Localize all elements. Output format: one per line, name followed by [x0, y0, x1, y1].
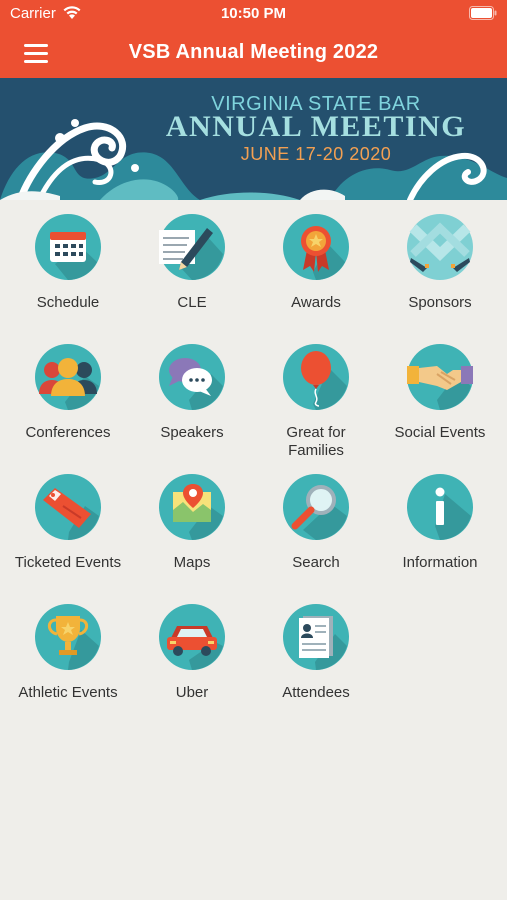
tile-ticketed-events[interactable]: Ticketed Events — [6, 460, 130, 580]
tile-social-events[interactable]: Social Events — [378, 330, 502, 450]
award-ribbon-icon — [283, 214, 349, 280]
tile-attendees[interactable]: Attendees — [254, 590, 378, 710]
nav-bar: VSB Annual Meeting 2022 — [0, 28, 507, 78]
tile-label: CLE — [177, 294, 207, 311]
page-title: VSB Annual Meeting 2022 — [128, 41, 379, 63]
car-icon — [159, 604, 225, 670]
tile-cle[interactable]: CLE — [130, 200, 254, 320]
clock: 10:50 PM — [220, 5, 287, 22]
banner-line3: JUNE 17-20 2020 — [241, 144, 392, 164]
event-banner: VIRGINIA STATE BAR ANNUAL MEETING JUNE 1… — [0, 78, 507, 200]
tile-label: Schedule — [36, 294, 100, 311]
people-icon — [35, 344, 101, 410]
speech-bubbles-icon — [159, 344, 225, 410]
tile-information[interactable]: Information — [378, 460, 502, 580]
trophy-icon — [35, 604, 101, 670]
tile-label: Awards — [291, 294, 341, 311]
tile-label: Ticketed Events — [14, 554, 122, 571]
battery-icon — [469, 6, 497, 20]
map-pin-icon — [159, 474, 225, 540]
tile-label: Social Events — [394, 424, 486, 441]
status-bar: Carrier 10:50 PM — [0, 0, 507, 28]
tile-label: Great for Families — [286, 424, 346, 459]
tile-schedule[interactable]: Schedule — [6, 200, 130, 320]
tile-speakers[interactable]: Speakers — [130, 330, 254, 450]
tile-awards[interactable]: Awards — [254, 200, 378, 320]
tile-label: Maps — [173, 554, 211, 571]
attendee-card-icon — [283, 604, 349, 670]
tile-uber[interactable]: Uber — [130, 590, 254, 710]
tile-great-for-families[interactable]: Great for Families — [254, 330, 378, 459]
calendar-icon — [35, 214, 101, 280]
tile-label: Uber — [175, 684, 209, 701]
sponsors-icon — [407, 214, 473, 280]
tile-athletic-events[interactable]: Athletic Events — [6, 590, 130, 710]
tile-label: Sponsors — [408, 294, 472, 311]
info-icon — [407, 474, 473, 540]
tile-label: Speakers — [160, 424, 224, 441]
notepad-pencil-icon — [159, 214, 225, 280]
tile-sponsors[interactable]: Sponsors — [378, 200, 502, 320]
balloon-icon — [283, 344, 349, 410]
ticket-icon — [35, 474, 101, 540]
tile-conferences[interactable]: Conferences — [6, 330, 130, 450]
handshake-icon — [407, 344, 473, 410]
tile-label: Search — [292, 554, 340, 571]
magnifier-icon — [283, 474, 349, 540]
tile-label: Information — [402, 554, 478, 571]
tile-label: Attendees — [282, 684, 350, 701]
tile-maps[interactable]: Maps — [130, 460, 254, 580]
tile-label: Conferences — [25, 424, 111, 441]
tile-search[interactable]: Search — [254, 460, 378, 580]
tile-label: Athletic Events — [18, 684, 118, 701]
banner-line2: ANNUAL MEETING — [166, 110, 466, 143]
